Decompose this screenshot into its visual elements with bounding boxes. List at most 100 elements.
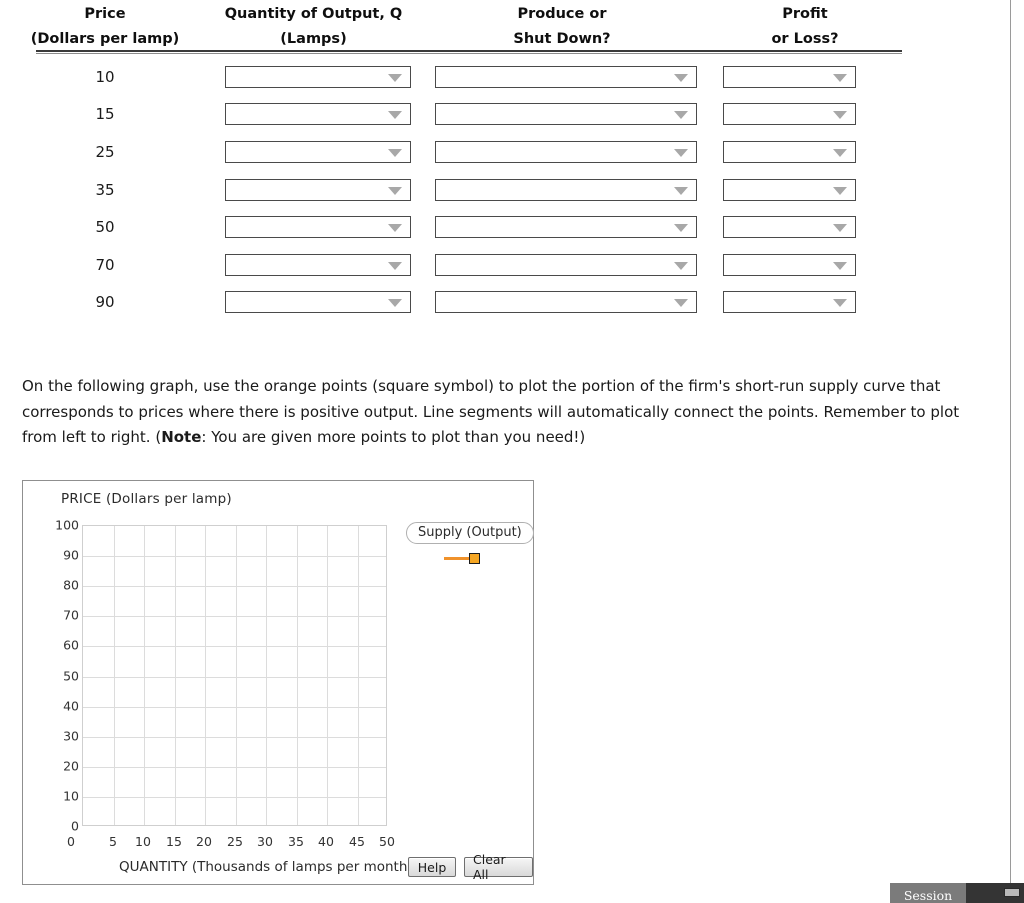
y-axis-tick-label: 30 [63, 728, 79, 744]
chart-plot-area[interactable] [82, 525, 387, 826]
profit-or-loss-dropdown[interactable] [723, 103, 856, 126]
y-axis-tick-label: 10 [63, 788, 79, 804]
profit-or-loss-cell [707, 216, 903, 239]
x-axis-tick-label: 50 [379, 834, 395, 849]
produce-or-shutdown-cell [417, 216, 707, 239]
session-bar[interactable]: Session [890, 883, 1024, 903]
quantity-dropdown[interactable] [225, 65, 411, 88]
legend-line-icon [443, 557, 470, 560]
produce-or-shutdown-dropdown[interactable] [435, 140, 697, 163]
x-axis-tick-label: 40 [318, 834, 334, 849]
x-axis-tick-label: 30 [257, 834, 273, 849]
chart-x-axis-title: QUANTITY (Thousands of lamps per month) [119, 859, 413, 875]
profit-or-loss-dropdown[interactable] [723, 253, 856, 276]
profit-or-loss-dropdown[interactable] [723, 291, 856, 314]
chevron-down-icon[interactable] [674, 111, 688, 120]
gridline-horizontal [83, 797, 386, 798]
gridline-vertical [205, 526, 206, 825]
quantity-dropdown[interactable] [225, 103, 411, 126]
price-cell: 70 [95, 255, 115, 274]
table-row: 35 [0, 171, 940, 209]
gridline-horizontal [83, 616, 386, 617]
legend-square-marker-icon[interactable] [468, 553, 480, 564]
chevron-down-icon[interactable] [674, 299, 688, 308]
page-root: Price (Dollars per lamp) Quantity of Out… [0, 0, 1024, 903]
produce-or-shutdown-dropdown[interactable] [435, 253, 697, 276]
price-cell: 10 [95, 67, 115, 86]
instructions-text-part2: : You are given more points to plot than… [201, 428, 586, 446]
chevron-down-icon[interactable] [833, 73, 847, 82]
produce-or-shutdown-dropdown[interactable] [435, 216, 697, 239]
chevron-down-icon[interactable] [674, 148, 688, 157]
table-row: 10 [0, 58, 940, 96]
gridline-vertical [114, 526, 115, 825]
profit-or-loss-cell [707, 140, 903, 163]
quantity-dropdown[interactable] [225, 140, 411, 163]
session-label[interactable]: Session [890, 883, 966, 903]
table-row: 50 [0, 208, 940, 246]
profit-or-loss-dropdown[interactable] [723, 65, 856, 88]
produce-or-shutdown-dropdown[interactable] [435, 291, 697, 314]
chevron-down-icon[interactable] [674, 73, 688, 82]
chevron-down-icon[interactable] [833, 261, 847, 270]
session-bar-dark-region [966, 883, 1024, 903]
produce-or-shutdown-dropdown[interactable] [435, 65, 697, 88]
window-right-edge [1010, 0, 1011, 903]
column-header-produce: Produce or Shut Down? [417, 2, 707, 52]
gridline-horizontal [83, 586, 386, 587]
quantity-cell [210, 140, 417, 163]
produce-or-shutdown-dropdown[interactable] [435, 103, 697, 126]
chevron-down-icon[interactable] [833, 148, 847, 157]
header-divider [36, 50, 902, 54]
y-axis-tick-label: 100 [55, 517, 79, 533]
profit-or-loss-dropdown[interactable] [723, 178, 856, 201]
help-button[interactable]: Help [408, 857, 456, 877]
y-axis-tick-label: 40 [63, 698, 79, 714]
x-axis-tick-label: 25 [227, 834, 243, 849]
column-header-produce-line1: Produce or [517, 6, 607, 22]
quantity-dropdown[interactable] [225, 253, 411, 276]
gridline-vertical [175, 526, 176, 825]
chevron-down-icon[interactable] [833, 224, 847, 233]
chevron-down-icon[interactable] [388, 148, 402, 157]
legend-item-supply-output[interactable]: Supply (Output) [406, 522, 534, 544]
chevron-down-icon[interactable] [388, 261, 402, 270]
chevron-down-icon[interactable] [674, 224, 688, 233]
table-header-row: Price (Dollars per lamp) Quantity of Out… [0, 0, 940, 52]
chevron-down-icon[interactable] [388, 73, 402, 82]
profit-or-loss-dropdown[interactable] [723, 140, 856, 163]
profit-or-loss-dropdown[interactable] [723, 216, 856, 239]
gridline-horizontal [83, 677, 386, 678]
legend-symbol-supply-output[interactable] [406, 549, 534, 567]
price-cell: 35 [95, 180, 115, 199]
chevron-down-icon[interactable] [388, 111, 402, 120]
chevron-down-icon[interactable] [674, 186, 688, 195]
gridline-vertical [297, 526, 298, 825]
chevron-down-icon[interactable] [388, 186, 402, 195]
gridline-vertical [236, 526, 237, 825]
produce-or-shutdown-dropdown[interactable] [435, 178, 697, 201]
quantity-dropdown[interactable] [225, 216, 411, 239]
chevron-down-icon[interactable] [833, 299, 847, 308]
clear-all-button[interactable]: Clear All [464, 852, 533, 882]
chevron-down-icon[interactable] [388, 299, 402, 308]
profit-or-loss-cell [707, 291, 903, 314]
quantity-dropdown[interactable] [225, 291, 411, 314]
chevron-down-icon[interactable] [833, 186, 847, 195]
y-axis-tick-label: 50 [63, 668, 79, 684]
produce-or-shutdown-cell [417, 291, 707, 314]
produce-or-shutdown-cell [417, 140, 707, 163]
quantity-dropdown[interactable] [225, 178, 411, 201]
chevron-down-icon[interactable] [388, 224, 402, 233]
quantity-cell [210, 291, 417, 314]
table-body: 10 15 25 35 50 70 90 [0, 58, 940, 321]
chart-legend[interactable]: Supply (Output) [406, 521, 534, 567]
chevron-down-icon[interactable] [674, 261, 688, 270]
price-cell: 50 [95, 218, 115, 237]
gridline-vertical [266, 526, 267, 825]
chevron-down-icon[interactable] [833, 111, 847, 120]
profit-or-loss-cell [707, 253, 903, 276]
price-cell: 90 [95, 293, 115, 312]
graph-panel[interactable]: PRICE (Dollars per lamp) 100 90 80 70 60 50 40… [22, 480, 534, 885]
table-row: 90 [0, 284, 940, 322]
